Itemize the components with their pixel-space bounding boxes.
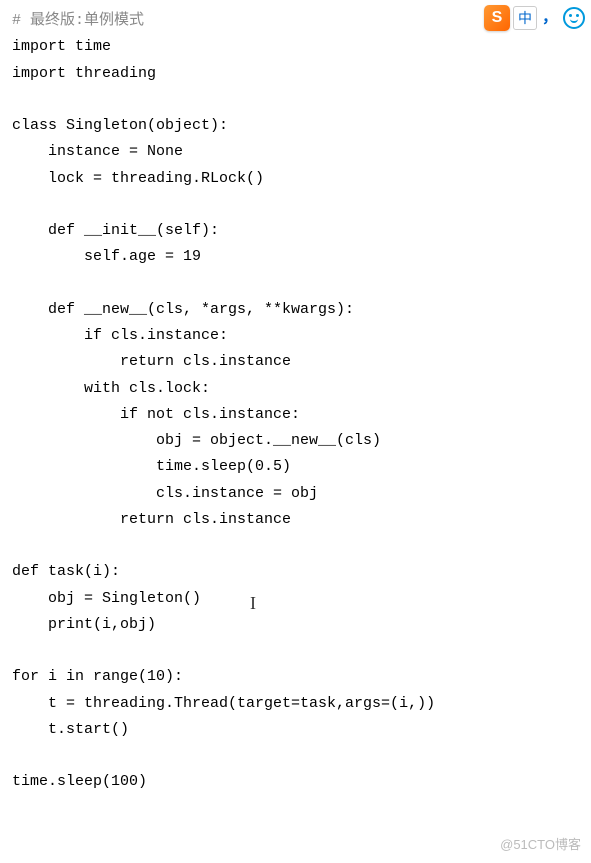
code-line: self.age = 19	[12, 248, 201, 265]
watermark-text: @51CTO博客	[500, 834, 581, 857]
code-line: cls.instance = obj	[12, 485, 318, 502]
ime-emoji-icon[interactable]	[563, 7, 585, 29]
code-line: return cls.instance	[12, 353, 291, 370]
code-line: t = threading.Thread(target=task,args=(i…	[12, 695, 435, 712]
code-line: print(i,obj)	[12, 616, 156, 633]
code-line: obj = Singleton()	[12, 590, 201, 607]
code-line: def __new__(cls, *args, **kwargs):	[12, 301, 354, 318]
code-line: import threading	[12, 65, 156, 82]
code-line: if cls.instance:	[12, 327, 228, 344]
sogou-logo-icon[interactable]: S	[484, 5, 510, 31]
code-line: def __init__(self):	[12, 222, 219, 239]
code-line: lock = threading.RLock()	[12, 170, 264, 187]
ime-toolbar: S 中 ，	[484, 4, 585, 32]
code-line: import time	[12, 38, 111, 55]
text-cursor-icon: I	[250, 588, 256, 620]
code-comment: # 最终版:单例模式	[12, 12, 144, 29]
code-line: return cls.instance	[12, 511, 291, 528]
code-line: if not cls.instance:	[12, 406, 300, 423]
code-line: t.start()	[12, 721, 129, 738]
code-line: class Singleton(object):	[12, 117, 228, 134]
code-line: instance = None	[12, 143, 183, 160]
code-line: def task(i):	[12, 563, 120, 580]
code-line: time.sleep(100)	[12, 773, 147, 790]
ime-lang-indicator[interactable]: 中	[513, 6, 537, 30]
code-line: time.sleep(0.5)	[12, 458, 291, 475]
code-content: # 最终版:单例模式 import time import threading …	[12, 8, 579, 796]
code-line: with cls.lock:	[12, 380, 210, 397]
ime-punct-indicator[interactable]: ，	[540, 6, 560, 30]
code-line: obj = object.__new__(cls)	[12, 432, 381, 449]
code-line: for i in range(10):	[12, 668, 183, 685]
